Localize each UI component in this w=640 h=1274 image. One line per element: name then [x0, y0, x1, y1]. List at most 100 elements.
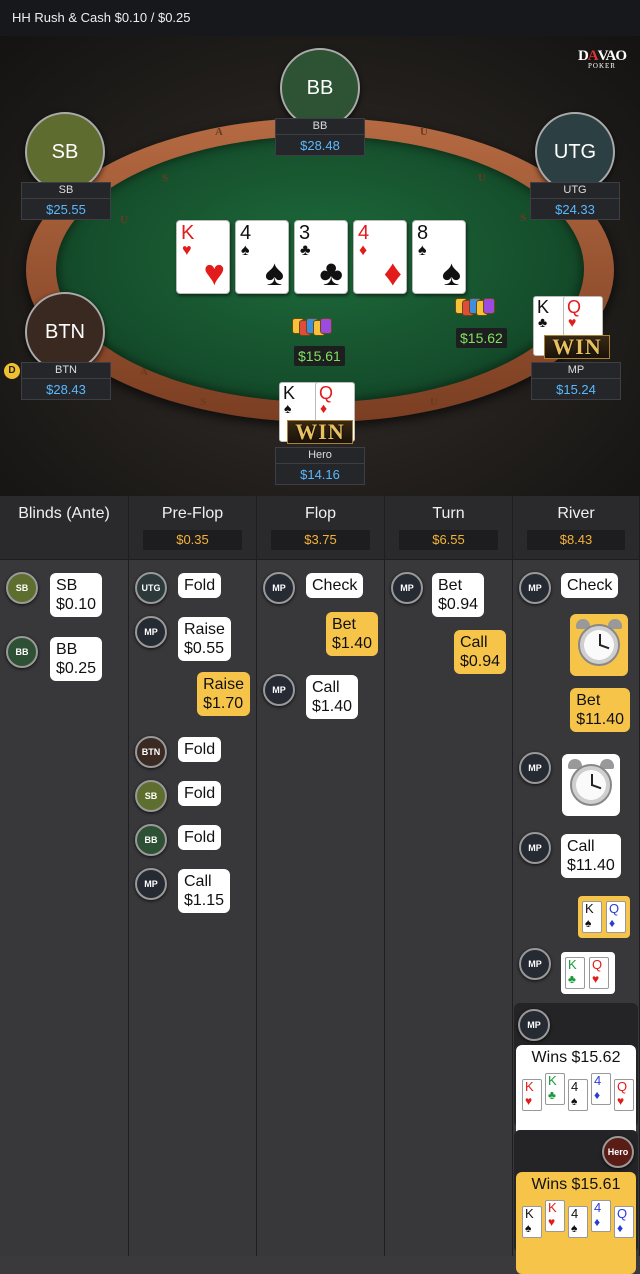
action-bubble: BB $0.25 — [50, 637, 103, 681]
board-card: 4 ♠ ♠ — [235, 220, 289, 294]
street-pot: $8.43 — [527, 530, 625, 550]
player-avatar-mp[interactable]: MP — [263, 674, 295, 706]
seat-hero-plate: Hero $14.16 — [275, 447, 365, 485]
street-title: Flop — [304, 505, 337, 522]
pot-chips-icon — [455, 298, 501, 320]
action-bubble: Check — [561, 573, 619, 598]
player-avatar-mp[interactable]: MP — [519, 832, 551, 864]
mini-card: K ♠ — [522, 1206, 542, 1238]
alarm-clock-icon — [562, 754, 620, 816]
pot-chips-icon — [292, 318, 338, 340]
seat-btn-avatar[interactable]: BTN — [25, 292, 105, 372]
player-avatar-utg[interactable]: UTG — [135, 572, 167, 604]
wins-text: Wins $15.62 — [531, 1049, 621, 1066]
player-avatar-mp[interactable]: MP — [519, 572, 551, 604]
player-avatar-bb[interactable]: BB — [6, 636, 38, 668]
street-title: Turn — [432, 505, 465, 522]
player-avatar-mp[interactable]: MP — [135, 616, 167, 648]
street-header: Pre-Flop $0.35 — [129, 496, 256, 560]
header-title: HH Rush & Cash $0.10 / $0.25 — [0, 0, 640, 36]
mini-card: Q ♥ — [614, 1079, 634, 1111]
mp-win-badge: WIN — [544, 335, 610, 359]
street-header: River $8.43 — [513, 496, 639, 560]
player-avatar-mp[interactable]: MP — [518, 1009, 550, 1041]
seat-utg-avatar[interactable]: UTG — [535, 112, 615, 192]
seat-sb-avatar[interactable]: SB — [25, 112, 105, 192]
street-header: Turn $6.55 — [385, 496, 512, 560]
player-avatar-mp[interactable]: MP — [519, 752, 551, 784]
mini-card: Q ♦ — [614, 1206, 634, 1238]
mini-card: K ♣ — [565, 957, 585, 989]
hand-history: Blinds (Ante) Pre-Flop $0.35 Flop $3.75 Turn $… — [0, 496, 640, 1274]
action-bubble: Bet $1.40 — [325, 612, 378, 656]
mini-card: 4 ♠ — [568, 1206, 588, 1238]
player-avatar-mp[interactable]: MP — [391, 572, 423, 604]
street-title: Blinds (Ante) — [18, 505, 110, 522]
mini-card: Q ♦ — [606, 901, 626, 933]
player-avatar-sb[interactable]: SB — [135, 780, 167, 812]
mini-card: 4 ♦ — [591, 1073, 611, 1105]
seat-sb-plate: SB $25.55 — [21, 182, 111, 220]
action-bubble: Bet $11.40 — [570, 688, 630, 732]
action-bubble: Bet $0.94 — [432, 573, 485, 617]
player-avatar-hero[interactable]: Hero — [602, 1136, 634, 1168]
seat-bb-avatar[interactable]: BB — [280, 48, 360, 128]
board-card: 4 ♦ ♦ — [353, 220, 407, 294]
board-card: 8 ♠ ♠ — [412, 220, 466, 294]
mini-card: K ♣ — [545, 1073, 565, 1105]
board-card: K ♥ ♥ — [176, 220, 230, 294]
wins-text: Wins $15.61 — [531, 1176, 621, 1193]
action-bubble: Call $0.94 — [453, 630, 506, 674]
rail-letter: S — [200, 396, 207, 408]
hero-win-badge: WIN — [287, 420, 353, 444]
street-pot: $3.75 — [271, 530, 370, 550]
mini-card: K ♥ — [522, 1079, 542, 1111]
poker-table: USASUUSASU DAVAO POKER BB BB$28.48 SB SB… — [0, 36, 640, 496]
rail-letter: A — [140, 366, 148, 378]
mini-card: 4 ♦ — [591, 1200, 611, 1232]
street-title: Pre-Flop — [161, 505, 224, 522]
rail-letter: U — [430, 396, 438, 408]
player-avatar-mp[interactable]: MP — [263, 572, 295, 604]
alarm-clock-icon — [570, 614, 628, 676]
seat-bb-plate: BB $28.48 — [275, 118, 365, 156]
street-header: Flop $3.75 — [257, 496, 384, 560]
player-avatar-btn[interactable]: BTN — [135, 736, 167, 768]
seat-btn-plate: BTN $28.43 — [21, 362, 111, 400]
action-bubble: SB $0.10 — [50, 573, 103, 617]
rail-letter: U — [478, 172, 486, 184]
mini-card: K ♥ — [545, 1200, 565, 1232]
seat-mp-plate: MP $15.24 — [531, 362, 621, 400]
player-avatar-sb[interactable]: SB — [6, 572, 38, 604]
davao-poker-logo: DAVAO POKER — [577, 48, 627, 70]
mini-card: K ♠ — [582, 901, 602, 933]
action-bubble: Call $1.40 — [306, 675, 359, 719]
action-bubble: Call $11.40 — [561, 834, 621, 878]
action-bubble: Check — [306, 573, 364, 598]
rail-letter: U — [420, 126, 428, 138]
street-header: Blinds (Ante) — [0, 496, 128, 560]
player-avatar-mp[interactable]: MP — [135, 868, 167, 900]
player-avatar-bb[interactable]: BB — [135, 824, 167, 856]
pot-amount-side: $15.62 — [456, 328, 507, 348]
dealer-button-icon: D — [4, 363, 20, 379]
rail-letter: S — [520, 212, 527, 224]
street-pot: $6.55 — [399, 530, 498, 550]
action-bubble: Raise $0.55 — [178, 617, 231, 661]
rail-letter: S — [162, 172, 169, 184]
action-bubble: Fold — [178, 737, 222, 762]
street-column: Flop $3.75 — [257, 496, 385, 1256]
rail-letter: U — [120, 214, 128, 226]
player-avatar-mp[interactable]: MP — [519, 948, 551, 980]
board-card: 3 ♣ ♣ — [294, 220, 348, 294]
mini-card: Q ♥ — [589, 957, 609, 989]
action-bubble: Fold — [178, 573, 222, 598]
rail-letter: A — [215, 126, 223, 138]
action-bubble: Fold — [178, 825, 222, 850]
seat-utg-plate: UTG $24.33 — [530, 182, 620, 220]
mini-card: 4 ♠ — [568, 1079, 588, 1111]
street-pot: $0.35 — [143, 530, 242, 550]
action-bubble: Call $1.15 — [178, 869, 231, 913]
action-bubble: Raise $1.70 — [197, 672, 250, 716]
pot-amount-main: $15.61 — [294, 346, 345, 366]
